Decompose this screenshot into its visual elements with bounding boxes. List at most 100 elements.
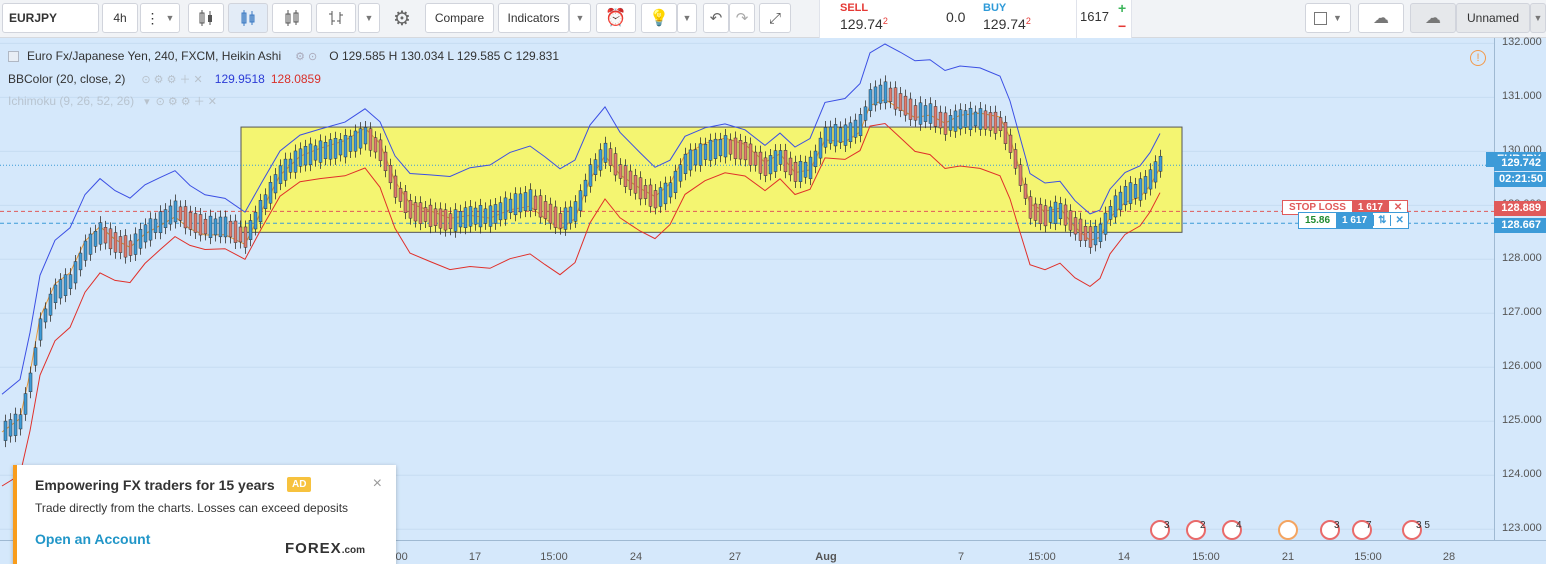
candle-body bbox=[1083, 226, 1088, 241]
candle-body bbox=[773, 150, 778, 172]
candle-body bbox=[113, 232, 118, 253]
sell-price[interactable]: 129.742 bbox=[840, 16, 888, 32]
candle-body bbox=[103, 227, 108, 244]
chevron-down-icon: ▼ bbox=[165, 13, 175, 23]
alert-button[interactable]: ⏰ bbox=[596, 3, 636, 33]
candle-body bbox=[528, 189, 533, 211]
current-price-label: 129.742 bbox=[1494, 156, 1546, 171]
candle-body bbox=[908, 98, 913, 120]
series-settings-icon[interactable]: ⚙ ⊙ bbox=[295, 50, 317, 63]
economic-event-icon[interactable]: 2 bbox=[1186, 520, 1206, 540]
candle-body bbox=[393, 175, 398, 198]
chart-type-dropdown[interactable]: ▼ bbox=[358, 3, 380, 33]
candle-body bbox=[823, 127, 828, 148]
candle-body bbox=[1123, 186, 1128, 206]
indicator-controls-icon[interactable]: ⊙ ⚙ ⚙ ＋ ✕ bbox=[141, 71, 202, 87]
compare-button[interactable]: Compare bbox=[425, 3, 494, 33]
redo-button[interactable]: ↷ bbox=[729, 3, 755, 33]
open-account-link[interactable]: Open an Account bbox=[35, 531, 150, 547]
redo-icon: ↷ bbox=[735, 10, 749, 27]
layout-name-button[interactable]: Unnamed bbox=[1456, 3, 1530, 33]
symbol-search[interactable]: EURJPY bbox=[2, 3, 99, 33]
forex-logo[interactable]: FOREX.com bbox=[285, 540, 365, 557]
ad-text: Trade directly from the charts. Losses c… bbox=[35, 501, 349, 515]
close-icon[interactable]: × bbox=[373, 475, 382, 493]
fullscreen-button[interactable]: ⤢ bbox=[759, 3, 791, 33]
candle-body bbox=[783, 150, 788, 173]
price-scale[interactable] bbox=[1494, 38, 1546, 540]
collapse-icon[interactable] bbox=[8, 50, 19, 62]
interval-button[interactable]: 4h bbox=[102, 3, 138, 33]
event-count: 3 5 bbox=[1416, 520, 1430, 531]
economic-event-icon[interactable]: 7 bbox=[1352, 520, 1372, 540]
sell-label[interactable]: SELL bbox=[840, 2, 868, 14]
chart-type-hollow[interactable] bbox=[272, 3, 312, 33]
economic-event-icon[interactable]: 3 bbox=[1150, 520, 1170, 540]
draw-style-button[interactable]: ▼ bbox=[1305, 3, 1351, 33]
buy-price[interactable]: 129.742 bbox=[983, 16, 1031, 32]
economic-event-icon[interactable]: 3 5 bbox=[1402, 520, 1430, 540]
candle-body bbox=[733, 137, 738, 160]
candle-body bbox=[1023, 183, 1028, 199]
candle-body bbox=[543, 201, 548, 219]
candle-body bbox=[388, 165, 393, 184]
candle-body bbox=[63, 274, 68, 296]
candle-body bbox=[403, 191, 408, 213]
candle-body bbox=[843, 124, 848, 146]
save-layout-button[interactable]: ☁ bbox=[1410, 3, 1456, 33]
ideas-button[interactable]: 💡 bbox=[641, 3, 677, 33]
indicators-button[interactable]: Indicators bbox=[498, 3, 569, 33]
quantity-minus[interactable]: − bbox=[1118, 18, 1126, 34]
load-layout-button[interactable]: ☁ bbox=[1358, 3, 1404, 33]
candle-body bbox=[488, 205, 493, 227]
ideas-dropdown[interactable]: ▼ bbox=[677, 3, 697, 33]
candle-body bbox=[853, 119, 858, 138]
reverse-icon[interactable]: ⇅ bbox=[1373, 215, 1390, 226]
position-line-label[interactable]: 15.86 1 617 ⇅ ✕ bbox=[1298, 212, 1409, 229]
candle-body bbox=[263, 194, 268, 209]
candle-body bbox=[198, 214, 203, 236]
candle-body bbox=[753, 151, 758, 166]
chevron-down-icon[interactable]: ▾ bbox=[144, 95, 150, 108]
ad-popup[interactable]: Empowering FX traders for 15 years AD × … bbox=[13, 465, 396, 564]
indicators-dropdown[interactable]: ▼ bbox=[569, 3, 591, 33]
candle-body bbox=[1078, 218, 1083, 241]
candle-body bbox=[413, 202, 418, 222]
sell-price-sup: 2 bbox=[882, 16, 888, 26]
chart-type-bars[interactable] bbox=[316, 3, 356, 33]
y-tick-label: 126.000 bbox=[1502, 360, 1542, 373]
candle-body bbox=[848, 122, 853, 143]
candle-body bbox=[283, 158, 288, 181]
economic-event-icon[interactable] bbox=[1278, 520, 1298, 540]
event-count: 3 bbox=[1334, 520, 1340, 531]
buy-price-sup: 2 bbox=[1025, 16, 1031, 26]
economic-event-icon[interactable]: 4 bbox=[1222, 520, 1242, 540]
warning-icon[interactable]: ! bbox=[1470, 50, 1486, 66]
layout-dropdown[interactable]: ▼ bbox=[1530, 3, 1546, 33]
quantity-plus[interactable]: + bbox=[1118, 0, 1126, 16]
chart-type-heikin-ashi[interactable] bbox=[228, 3, 268, 33]
candle-body bbox=[703, 143, 708, 160]
indicator-controls-icon[interactable]: ⊙ ⚙ ⚙ ＋ ✕ bbox=[156, 93, 217, 109]
chart-pane[interactable]: Euro Fx/Japanese Yen, 240, FXCM, Heikin … bbox=[0, 36, 1546, 564]
interval-dropdown[interactable]: ⋮ ▼ bbox=[140, 3, 180, 33]
candle-body bbox=[1063, 204, 1068, 226]
candle-body bbox=[13, 413, 18, 436]
candle-body bbox=[748, 143, 753, 166]
chevron-down-icon: ▼ bbox=[575, 13, 585, 23]
position-close-icon[interactable]: ✕ bbox=[1390, 215, 1407, 226]
undo-button[interactable]: ↶ bbox=[703, 3, 729, 33]
more-vertical-icon: ⋮ bbox=[145, 9, 160, 26]
candle-body bbox=[1103, 212, 1108, 235]
settings-button[interactable]: ⚙ bbox=[384, 3, 420, 33]
buy-label[interactable]: BUY bbox=[983, 2, 1006, 14]
candle-body bbox=[238, 226, 243, 243]
candle-body bbox=[988, 112, 993, 131]
bars-icon bbox=[329, 11, 343, 25]
chart-type-candles[interactable] bbox=[188, 3, 224, 33]
lightbulb-icon: 💡 bbox=[649, 10, 669, 27]
economic-event-icon[interactable]: 3 bbox=[1320, 520, 1340, 540]
quantity-field[interactable]: 1617 bbox=[1080, 9, 1109, 24]
candle-body bbox=[3, 420, 8, 441]
candle-body bbox=[603, 142, 608, 163]
